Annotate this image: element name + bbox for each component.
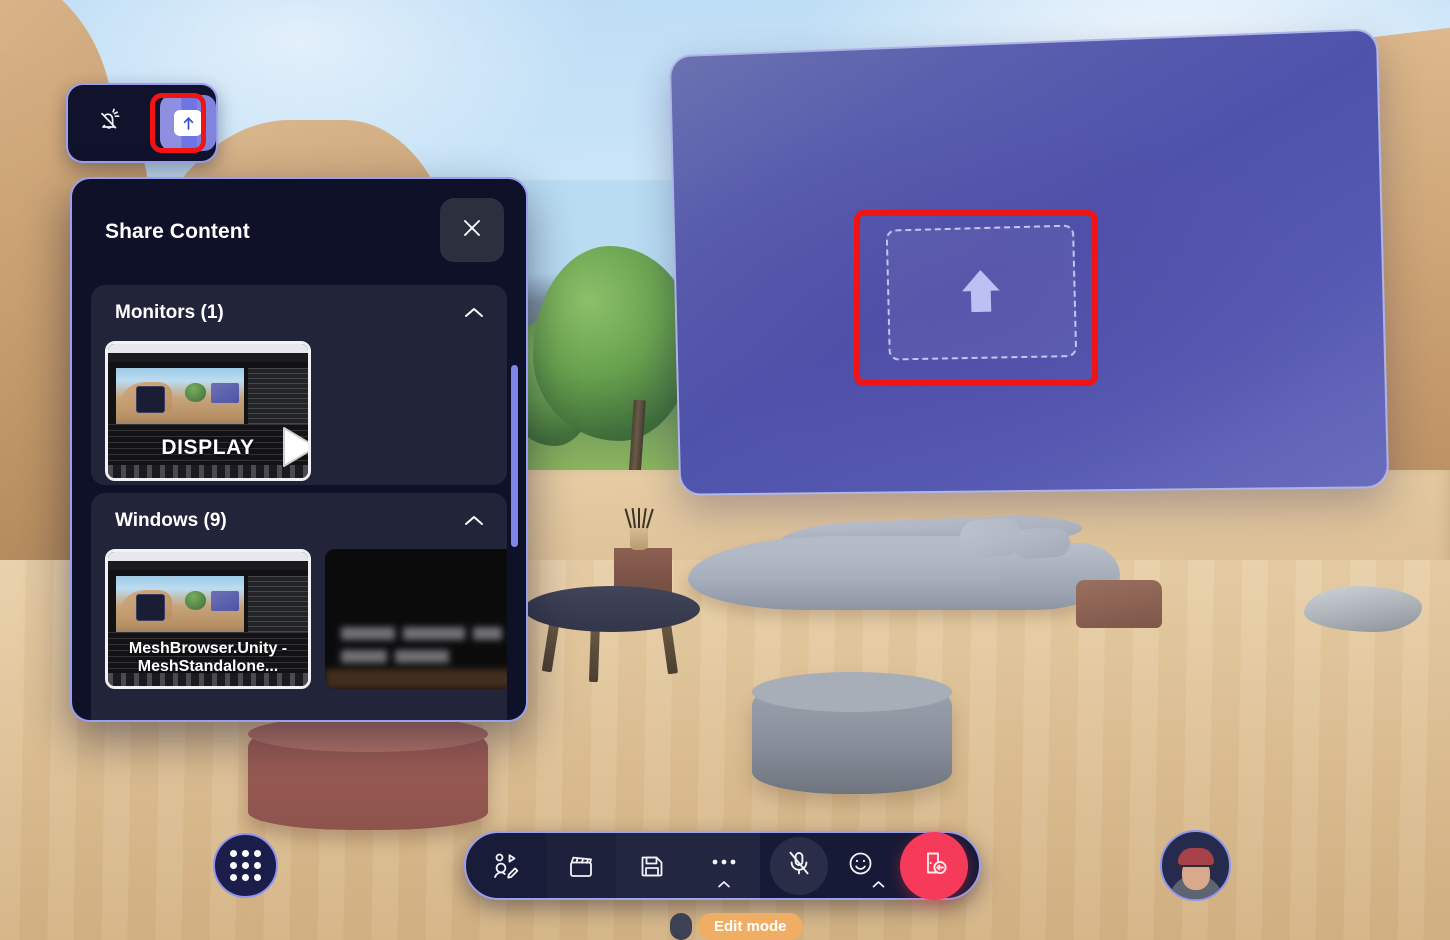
edit-mode-badge[interactable]: Edit mode [698, 913, 803, 940]
chevron-up-icon[interactable] [463, 306, 485, 320]
avatar-cap [1177, 848, 1214, 865]
monitor-thumbnail-item[interactable]: DISPLAY [105, 341, 311, 481]
customize-avatar-button[interactable] [466, 831, 546, 900]
chevron-up-icon[interactable] [717, 880, 732, 889]
sticks-decor [624, 506, 654, 529]
share-content-button[interactable] [160, 95, 216, 151]
ottoman-decor [752, 672, 952, 794]
shared-display-screen[interactable] [668, 28, 1390, 496]
share-panel-header: Share Content [72, 179, 526, 285]
close-icon [460, 216, 484, 245]
panel-scrollbar-thumb[interactable] [511, 365, 518, 547]
floppy-save-icon [638, 852, 666, 880]
play-cursor-icon [276, 422, 308, 472]
monitor-thumbnail-list: DISPLAY [91, 341, 507, 481]
record-clip-button[interactable] [546, 831, 616, 900]
chevron-up-icon[interactable] [871, 880, 886, 889]
cushion-decor [1011, 526, 1071, 560]
bell-slash-icon [97, 108, 123, 139]
microphone-toggle-button[interactable] [770, 836, 828, 895]
emoji-smiley-icon [847, 850, 874, 877]
main-toolbar [464, 831, 981, 900]
panel-title: Share Content [105, 220, 250, 243]
window-label: MeshBrowser.Unity - MeshStandalone... [128, 640, 288, 676]
immersive-space-stage: Share Content Monitors (1) DISPLAY Windo… [0, 0, 1450, 940]
window-thumbnail-item[interactable] [325, 549, 507, 689]
notifications-button[interactable] [82, 95, 138, 151]
window-preview-image [325, 549, 507, 689]
save-scene-button[interactable] [616, 831, 688, 900]
arrow-up-icon [955, 263, 1006, 323]
more-options-button[interactable] [688, 831, 760, 900]
self-avatar[interactable] [1160, 830, 1231, 901]
leave-door-icon [919, 848, 949, 883]
reactions-button[interactable] [828, 831, 892, 900]
coffee-table-decor [524, 586, 700, 632]
grid-apps-icon [230, 850, 261, 881]
apps-grid-button[interactable] [213, 833, 278, 898]
window-thumbnail-list: MeshBrowser.Unity - MeshStandalone... [91, 549, 507, 689]
section-monitors: Monitors (1) DISPLAY [91, 285, 507, 485]
share-content-panel: Share Content Monitors (1) DISPLAY Windo… [70, 177, 528, 722]
close-panel-button[interactable] [440, 198, 504, 262]
top-share-toolbar [66, 83, 218, 163]
section-monitors-header[interactable]: Monitors (1) [91, 285, 507, 341]
tree-decor [533, 246, 693, 441]
leave-button[interactable] [900, 831, 968, 900]
ottoman-decor [248, 716, 488, 830]
panel-scrollbar[interactable] [511, 299, 518, 589]
avatar-edit-icon [491, 851, 521, 881]
section-monitors-title: Monitors (1) [115, 302, 224, 323]
section-windows-header[interactable]: Windows (9) [91, 493, 507, 549]
window-thumbnail-item[interactable]: MeshBrowser.Unity - MeshStandalone... [105, 549, 311, 689]
chevron-up-icon[interactable] [463, 514, 485, 528]
stone-decor [1304, 586, 1422, 632]
clapperboard-icon [567, 852, 595, 880]
stone-decor [1076, 580, 1162, 628]
edit-mode-handle[interactable] [670, 913, 692, 940]
share-dropzone[interactable] [885, 224, 1078, 361]
section-windows: Windows (9) MeshBrowser.Unity - MeshStan… [91, 493, 507, 720]
mic-muted-icon [785, 849, 813, 882]
share-screen-upload-icon [174, 110, 202, 136]
edit-mode-status: Edit mode [670, 913, 803, 940]
section-windows-title: Windows (9) [115, 510, 227, 531]
more-dots-icon [711, 858, 737, 866]
